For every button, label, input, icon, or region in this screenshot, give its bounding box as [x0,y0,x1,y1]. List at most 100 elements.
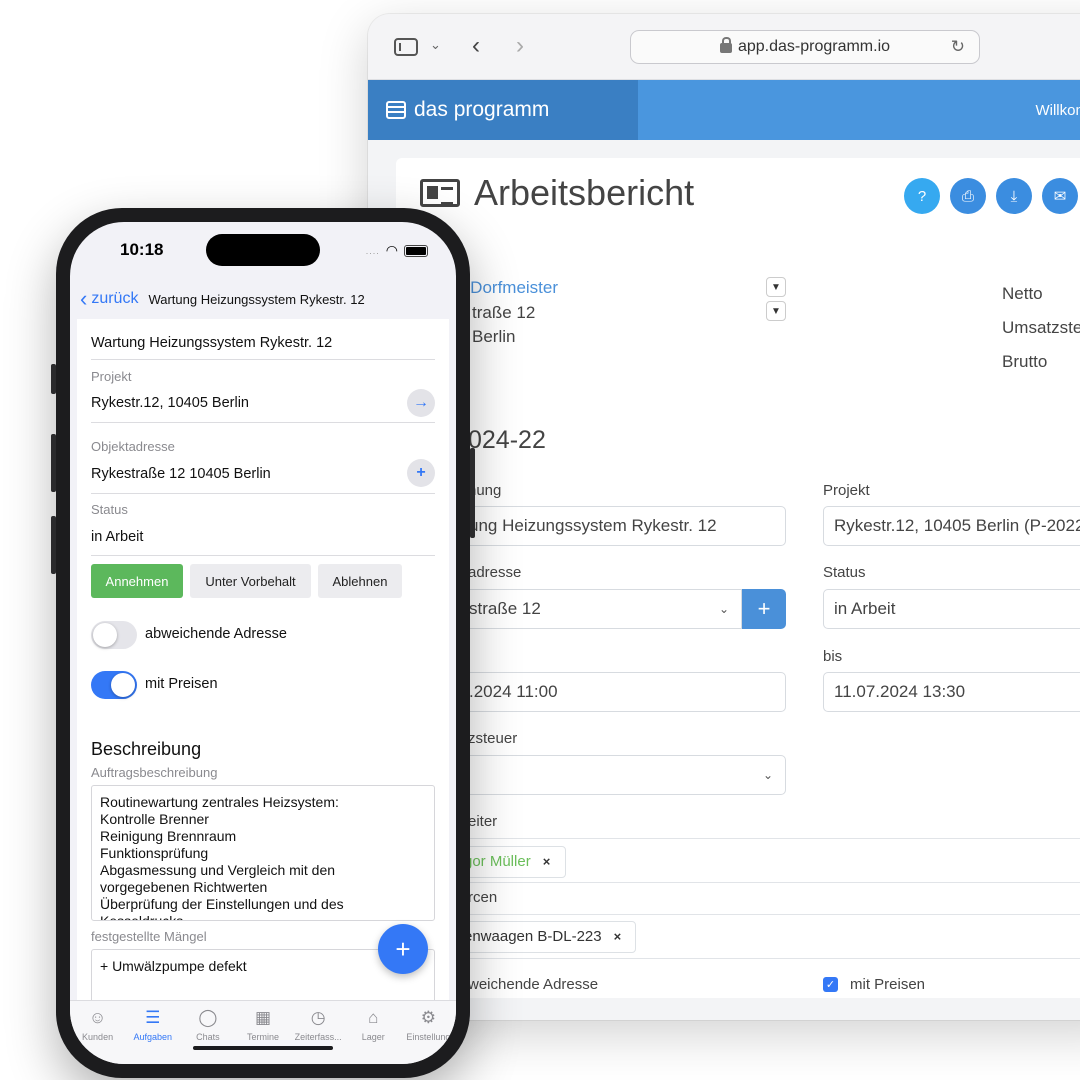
mitarbeiter-tag-label: gor Müller [464,853,531,870]
tab-label: Termine [246,1032,279,1042]
divider [396,914,1080,915]
ressourcen-label: rcen [468,889,498,906]
tab-zeiterfassung[interactable]: ◷ Zeiterfass... [291,1001,346,1064]
chevron-down-icon[interactable]: ⌄ [430,38,441,51]
netto-label: Netto [1002,284,1043,303]
nav-title: Wartung Heizungssystem Rykestr. 12 [148,291,365,307]
calendar-icon: ▦ [254,1008,272,1027]
status-time: 10:18 [120,240,164,259]
phone-volume-down [51,516,56,574]
customer-city: Berlin [472,327,516,346]
tab-lager[interactable]: ⌂ Lager [346,1001,401,1064]
description-line: Funktionsprüfung [100,845,209,861]
lock-icon [719,37,732,53]
tab-termine[interactable]: ▦ Termine [235,1001,290,1064]
help-icon: ? [917,187,927,205]
welcome-text: Willkommen Gregor [1035,101,1080,119]
objektadresse-label: adresse [468,564,522,581]
tab-kunden[interactable]: ☺ Kunden [70,1001,125,1064]
phone-screen: 10:18 .... ◠ ‹ zurück Wartung Heizungssy… [70,222,456,1064]
description-line: Überprüfung der Einstellungen und des [100,896,344,912]
status-label: Status [823,564,866,581]
browser-toolbar: ⌄ ‹ › app.das-programm.io ↻ [368,14,1080,80]
projekt-field[interactable]: Rykestr.12, 10405 Berlin [91,395,249,411]
maengel-label: festgestellte Mängel [91,929,207,944]
title-field[interactable]: Wartung Heizungssystem Rykestr. 12 [91,335,332,351]
status-select[interactable]: in Arbeit [823,589,1080,629]
report-number: 024-22 [468,426,546,454]
app-header: das programm Willkommen Gregor [368,80,1080,140]
action-buttons: ? ⎙ ⤓ ✉ ▤ [904,178,1080,214]
mail-icon: ✉ [1053,188,1067,205]
tab-label: Einstellung [406,1032,451,1042]
status-field[interactable]: in Arbeit [91,529,143,545]
abweichende-adresse-label: abweichende Adresse [145,626,287,642]
tab-einstellungen[interactable]: ⚙ Einstellung [401,1001,456,1064]
ablehnen-button[interactable]: Ablehnen [318,564,402,598]
abweichende-adresse-label: weichende Adresse [468,976,599,993]
page-title-row: Arbeitsbericht [420,172,694,214]
mitarbeiter-tag[interactable]: gor Müller × [464,853,550,870]
beschreibung-heading: Beschreibung [91,739,202,759]
toggle-knob [111,673,135,697]
customer-name-link[interactable]: d Dorfmeister [456,278,558,298]
download-button[interactable]: ⤓ [996,178,1032,214]
abweichende-adresse-toggle[interactable] [91,621,137,649]
tab-label: Zeiterfass... [294,1032,342,1042]
add-address-button[interactable]: + [742,589,786,629]
download-icon: ⤓ [1010,187,1018,205]
divider [396,838,1080,839]
divider [396,958,1080,959]
address-bar[interactable]: app.das-programm.io ↻ [630,30,980,64]
forward-arrow-icon[interactable]: › [516,34,524,58]
bis-input[interactable]: 11.07.2024 13:30 [823,672,1080,712]
objektadresse-field[interactable]: Rykestraße 12 10405 Berlin [91,466,271,482]
plus-icon: + [395,933,411,964]
settings-icon: ⚙ [420,1008,437,1027]
divider [91,422,435,423]
sidebar-toggle-icon[interactable] [394,38,418,56]
back-arrow-icon[interactable]: ‹ [472,34,480,58]
annehmen-button[interactable]: Annehmen [91,564,183,598]
projekt-input[interactable]: Rykestr.12, 10405 Berlin (P-2022 [823,506,1080,546]
mit-preisen-label: mit Preisen [850,976,926,993]
pdf-button[interactable]: ⎙ [950,178,986,214]
server-icon [386,101,406,119]
auftragsbeschreibung-textarea[interactable]: Routinewartung zentrales Heizsystem: Kon… [91,785,435,921]
chevron-down-icon[interactable]: ▼ [766,277,786,297]
reload-icon[interactable]: ↻ [951,37,965,57]
warehouse-icon: ⌂ [368,1008,379,1027]
chevron-down-icon[interactable]: ▼ [766,301,786,321]
divider [91,493,435,494]
arrow-right-icon[interactable]: → [407,389,435,417]
phone-power-button [470,448,475,538]
tab-aufgaben[interactable]: ☰ Aufgaben [125,1001,180,1064]
divider [91,359,435,360]
status-label: Status [91,502,128,517]
ressourcen-tag-label: enwaagen B-DL-223 [464,928,602,945]
tab-chats[interactable]: ◯ Chats [180,1001,235,1064]
url-text: app.das-programm.io [737,38,891,55]
divider [396,882,1080,883]
mit-preisen-toggle[interactable] [91,671,137,699]
remove-tag-icon[interactable]: × [614,929,622,944]
mit-preisen-checkbox[interactable]: ✓ [823,977,838,992]
umsatzsteuer-field-label: zsteuer [468,730,518,747]
phone-volume-up [51,434,56,492]
remove-tag-icon[interactable]: × [543,854,551,869]
phone-mute-switch [51,364,56,394]
home-indicator[interactable] [193,1046,333,1050]
projekt-label: Projekt [823,482,870,499]
unter-vorbehalt-button[interactable]: Unter Vorbehalt [190,564,311,598]
mail-button[interactable]: ✉ [1042,178,1078,214]
app-brand[interactable]: das programm [368,80,638,140]
projekt-label: Projekt [91,369,132,384]
plus-icon[interactable]: + [407,459,435,487]
back-button[interactable]: ‹ zurück [80,288,138,310]
add-fab-button[interactable]: + [378,924,428,974]
back-label: zurück [91,290,139,307]
description-line: Routinewartung zentrales Heizsystem: [100,794,339,810]
help-button[interactable]: ? [904,178,940,214]
ressourcen-tag[interactable]: enwaagen B-DL-223 × [464,928,621,945]
description-line: vorgegebenen Richtwerten [100,879,268,895]
